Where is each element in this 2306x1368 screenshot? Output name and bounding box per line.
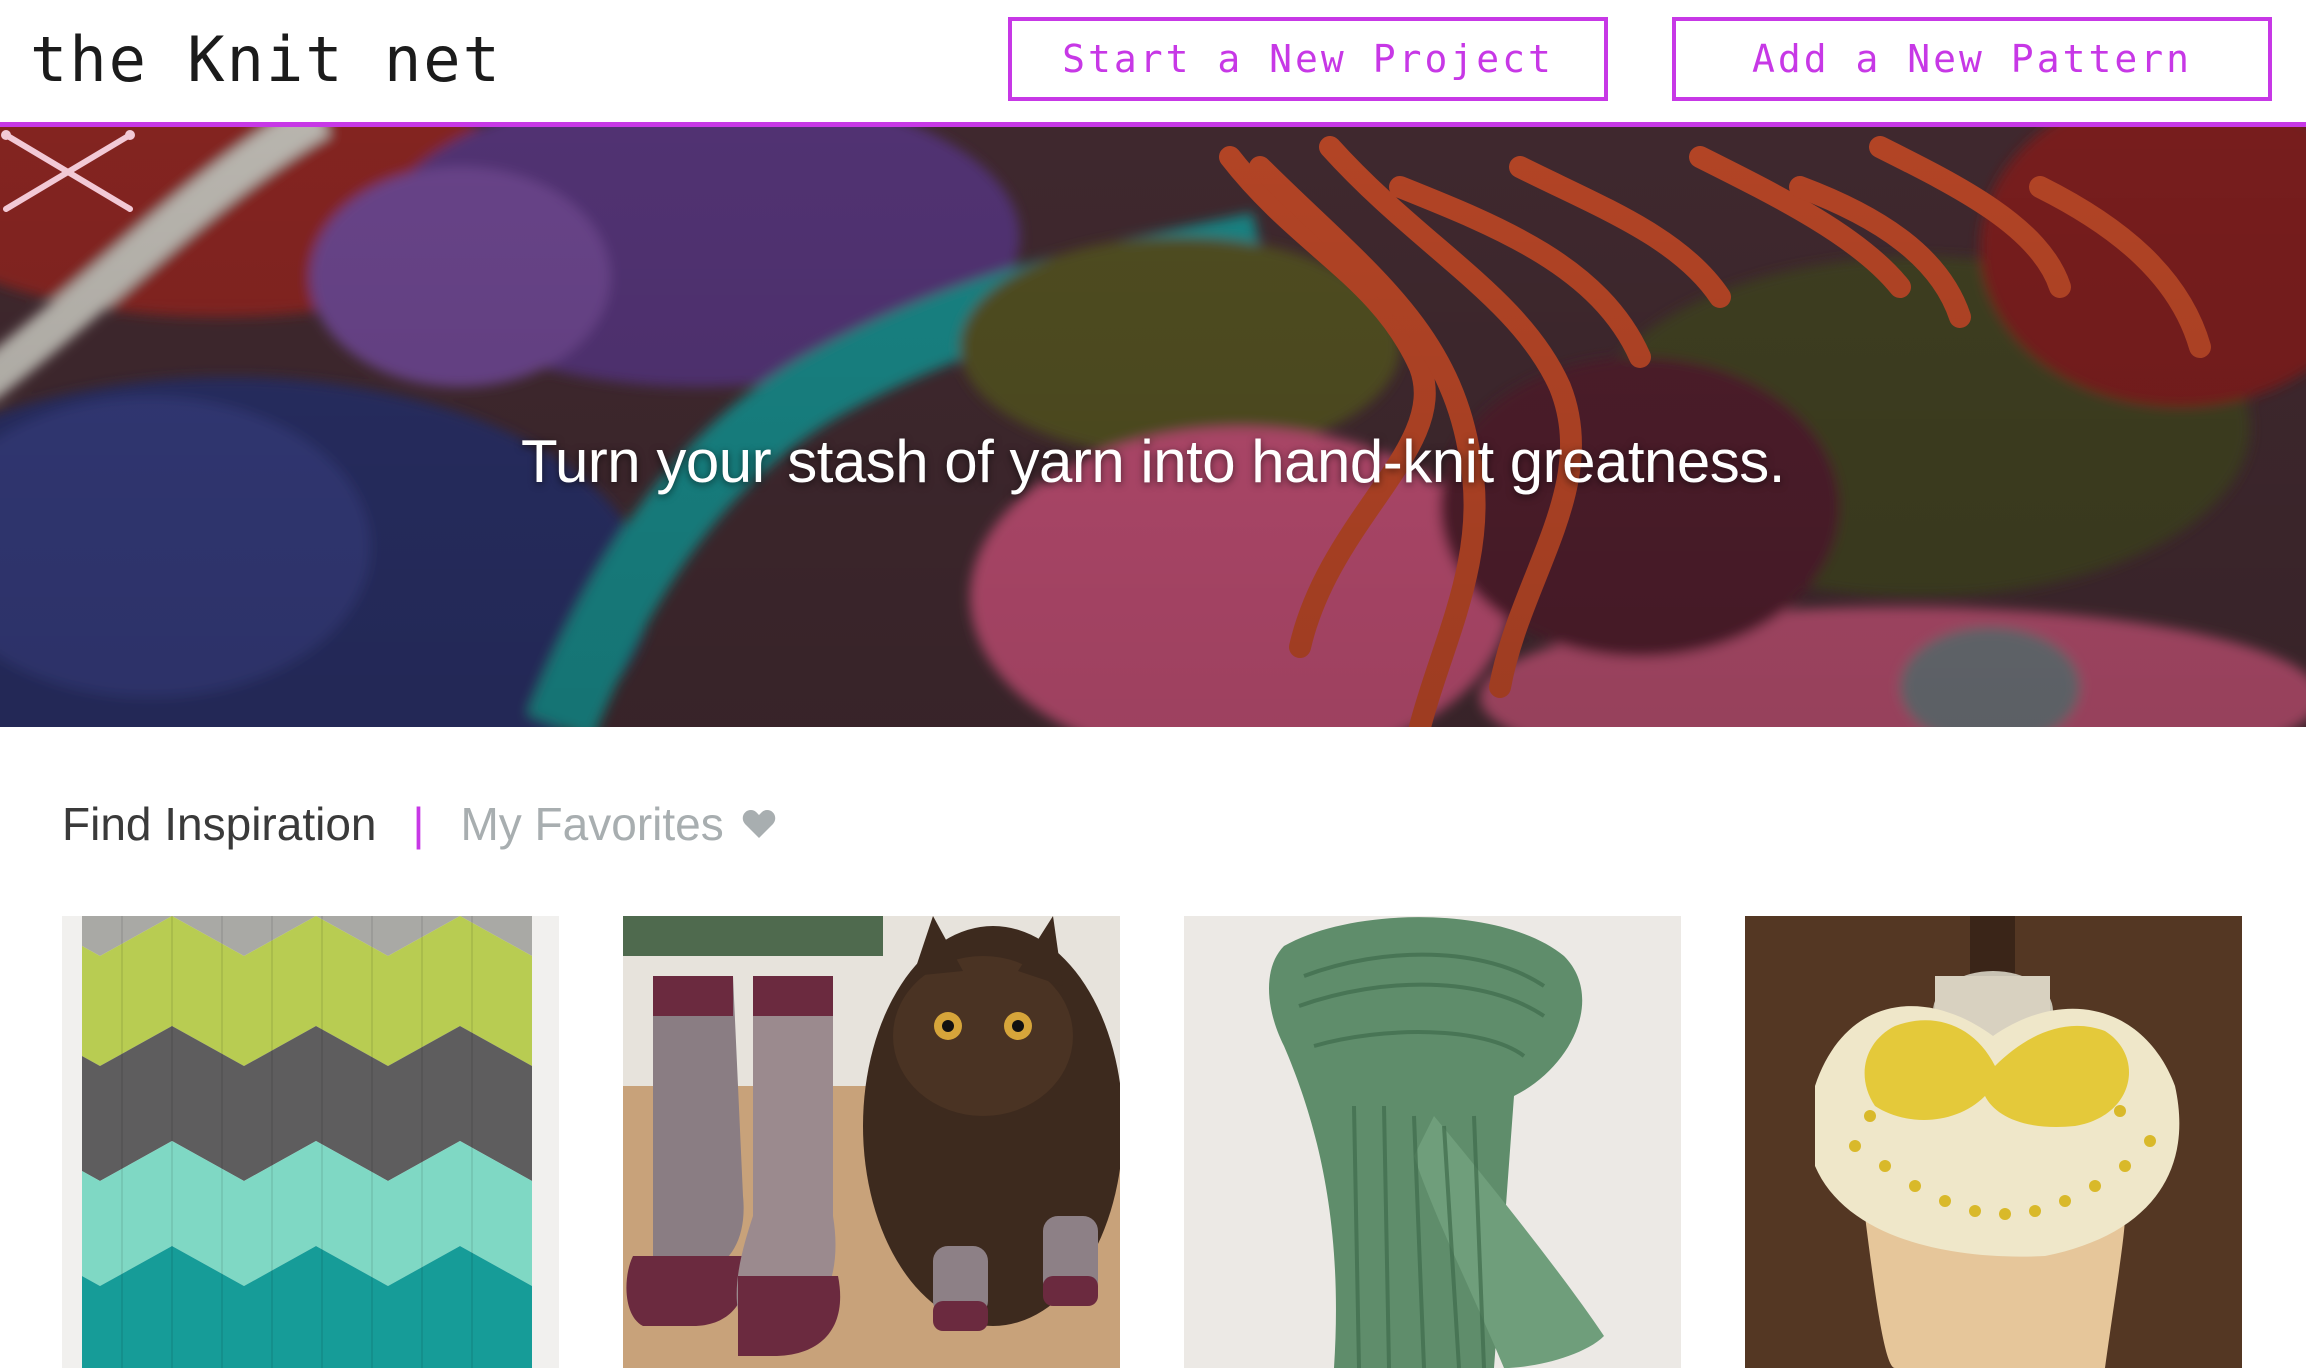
gallery-item-chevron-blanket[interactable] bbox=[62, 916, 559, 1368]
tab-find-inspiration[interactable]: Find Inspiration bbox=[62, 797, 377, 851]
add-new-pattern-button[interactable]: Add a New Pattern bbox=[1672, 17, 2272, 101]
crossed-needles-icon bbox=[1, 130, 135, 212]
site-logo[interactable]: the Knit net bbox=[30, 18, 502, 102]
chevron-blanket-image bbox=[62, 916, 559, 1368]
gallery-item-socks-cat[interactable] bbox=[623, 916, 1120, 1368]
socks-cat-image bbox=[623, 916, 1120, 1368]
tab-separator: | bbox=[412, 798, 425, 850]
inspiration-gallery bbox=[0, 916, 2306, 1368]
hero-tagline: Turn your stash of yarn into hand-knit g… bbox=[521, 428, 1785, 495]
yellow-cowl-image bbox=[1745, 916, 2242, 1368]
inspiration-tabs: Find Inspiration | My Favorites bbox=[62, 792, 776, 856]
green-scarf-image bbox=[1184, 916, 1681, 1368]
gallery-item-green-scarf[interactable] bbox=[1184, 916, 1681, 1368]
heart-icon bbox=[742, 810, 775, 838]
top-navbar: the Knit net Start a New Project Add a N… bbox=[0, 0, 2306, 127]
tab-my-favorites[interactable]: My Favorites bbox=[460, 797, 723, 851]
gallery-item-yellow-cowl[interactable] bbox=[1745, 916, 2242, 1368]
start-new-project-button[interactable]: Start a New Project bbox=[1008, 17, 1608, 101]
hero-banner: Turn your stash of yarn into hand-knit g… bbox=[0, 127, 2306, 727]
